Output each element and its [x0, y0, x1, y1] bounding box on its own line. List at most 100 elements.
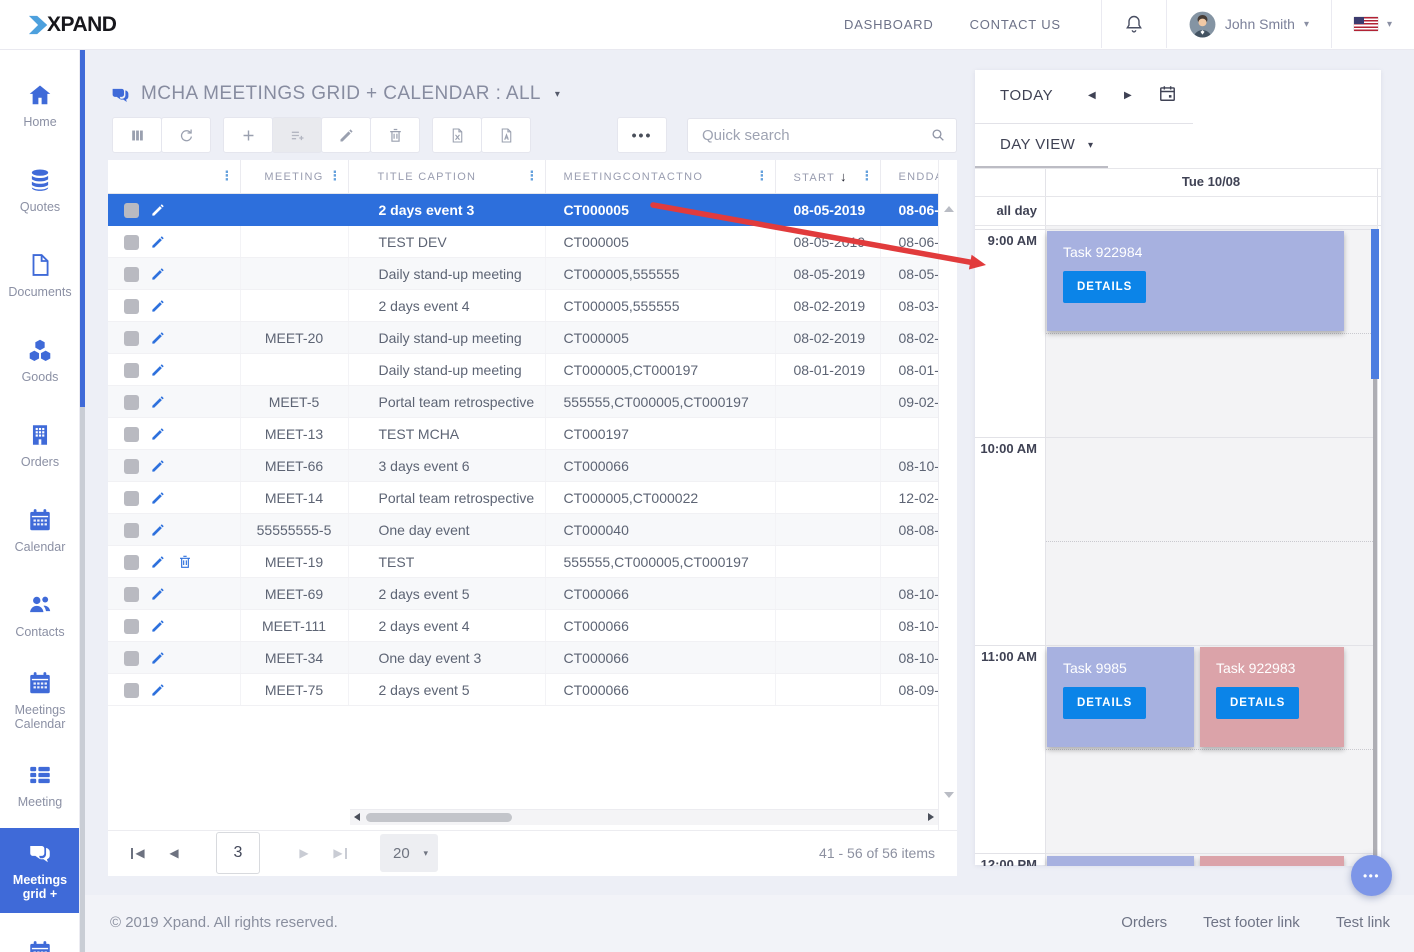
- table-row[interactable]: MEET-75 2 days event 5 CT000066 08-09-: [108, 674, 938, 706]
- user-menu[interactable]: John Smith ▾: [1167, 11, 1331, 38]
- sidebar-item-quotes[interactable]: Quotes: [0, 148, 80, 233]
- table-row[interactable]: MEET-69 2 days event 5 CT000066 08-10-: [108, 578, 938, 610]
- calendar-scrollbar-track[interactable]: [1373, 379, 1377, 861]
- columns-button[interactable]: [112, 117, 162, 153]
- row-checkbox[interactable]: [124, 235, 139, 250]
- last-page-button[interactable]: ▶: [322, 835, 358, 871]
- column-header-meeting[interactable]: MEETING⋮: [240, 160, 348, 194]
- table-row[interactable]: MEET-111 2 days event 4 CT000066 08-10-: [108, 610, 938, 642]
- edit-pencil-icon[interactable]: [150, 330, 166, 346]
- column-header-start[interactable]: START↓⋮: [775, 160, 880, 194]
- search-icon[interactable]: [930, 127, 946, 143]
- row-checkbox[interactable]: [124, 619, 139, 634]
- footer-link-orders[interactable]: Orders: [1121, 914, 1167, 931]
- event-details-button[interactable]: DETAILS: [1063, 687, 1146, 719]
- sidebar-item-meetings-calendar[interactable]: Meetings Calendar: [0, 658, 80, 743]
- pencil-button[interactable]: [321, 117, 371, 153]
- calendar-event[interactable]: Task 922984 DETAILS: [1047, 231, 1344, 331]
- row-checkbox[interactable]: [124, 299, 139, 314]
- edit-pencil-icon[interactable]: [150, 618, 166, 634]
- edit-pencil-icon[interactable]: [150, 426, 166, 442]
- language-selector[interactable]: ▾: [1332, 17, 1414, 31]
- sidebar-scrollbar[interactable]: [80, 49, 85, 952]
- row-checkbox[interactable]: [124, 203, 139, 218]
- sidebar-item-home[interactable]: Home: [0, 63, 80, 148]
- floating-more-button[interactable]: •••: [1351, 855, 1392, 896]
- event-details-button[interactable]: DETAILS: [1216, 687, 1299, 719]
- table-row[interactable]: MEET-19 TEST 555555,CT000005,CT000197: [108, 546, 938, 578]
- edit-pencil-icon[interactable]: [150, 586, 166, 602]
- row-checkbox[interactable]: [124, 587, 139, 602]
- column-menu-icon[interactable]: ⋮: [525, 169, 539, 182]
- edit-pencil-icon[interactable]: [150, 490, 166, 506]
- calendar-scrollbar-thumb[interactable]: [1371, 229, 1379, 379]
- sidebar-item-meeting[interactable]: Meeting: [0, 743, 80, 828]
- edit-pencil-icon[interactable]: [150, 362, 166, 378]
- title-dropdown-icon[interactable]: ▾: [555, 89, 560, 100]
- plus-button[interactable]: [223, 117, 273, 153]
- sidebar-item-calendar[interactable]: Calendar: [0, 488, 80, 573]
- more-options-button[interactable]: •••: [617, 117, 667, 153]
- column-menu-icon[interactable]: ⋮: [220, 169, 234, 182]
- row-checkbox[interactable]: [124, 523, 139, 538]
- column-menu-icon[interactable]: ⋮: [860, 169, 874, 182]
- first-page-button[interactable]: ◀: [120, 835, 156, 871]
- table-row[interactable]: MEET-13 TEST MCHA CT000197: [108, 418, 938, 450]
- scroll-left-icon[interactable]: [354, 813, 360, 821]
- page-size-select[interactable]: 20 ▾: [380, 834, 438, 872]
- edit-pencil-icon[interactable]: [150, 234, 166, 250]
- row-checkbox[interactable]: [124, 491, 139, 506]
- edit-pencil-icon[interactable]: [150, 202, 166, 218]
- scrollbar-thumb[interactable]: [366, 813, 512, 822]
- search-input[interactable]: [687, 118, 957, 153]
- edit-pencil-icon[interactable]: [150, 266, 166, 282]
- table-row[interactable]: Daily stand-up meeting CT000005,CT000197…: [108, 354, 938, 386]
- row-checkbox[interactable]: [124, 363, 139, 378]
- pdf-button[interactable]: [481, 117, 531, 153]
- nav-contact-us[interactable]: CONTACT US: [970, 17, 1061, 32]
- table-row[interactable]: MEET-66 3 days event 6 CT000066 08-10-: [108, 450, 938, 482]
- app-logo[interactable]: XPAND: [28, 13, 116, 37]
- today-button[interactable]: TODAY: [1000, 87, 1053, 104]
- edit-pencil-icon[interactable]: [150, 682, 166, 698]
- event-details-button[interactable]: DETAILS: [1063, 271, 1146, 303]
- edit-pencil-icon[interactable]: [150, 394, 166, 410]
- table-row[interactable]: MEET-5 Portal team retrospective 555555,…: [108, 386, 938, 418]
- calendar-event[interactable]: Task 9985 DETAILS: [1047, 647, 1194, 747]
- edit-pencil-icon[interactable]: [150, 458, 166, 474]
- sidebar-scrollbar-thumb[interactable]: [80, 49, 85, 407]
- sidebar-item-more[interactable]: [0, 913, 80, 952]
- calendar-prev-icon[interactable]: ◀: [1088, 90, 1096, 101]
- sidebar-item-orders[interactable]: Orders: [0, 403, 80, 488]
- refresh-button[interactable]: [161, 117, 211, 153]
- table-row[interactable]: MEET-20 Daily stand-up meeting CT000005 …: [108, 322, 938, 354]
- edit-pencil-icon[interactable]: [150, 650, 166, 666]
- previous-page-button[interactable]: ◀: [156, 835, 192, 871]
- edit-pencil-icon[interactable]: [150, 298, 166, 314]
- calendar-event[interactable]: [1047, 856, 1194, 866]
- column-header-enddate[interactable]: ENDDA: [880, 160, 938, 194]
- trash-button[interactable]: [370, 117, 420, 153]
- row-checkbox[interactable]: [124, 651, 139, 666]
- row-checkbox[interactable]: [124, 555, 139, 570]
- current-page-box[interactable]: 3: [216, 832, 260, 874]
- sidebar-item-contacts[interactable]: Contacts: [0, 573, 80, 658]
- column-header-actions[interactable]: ⋮: [108, 160, 240, 194]
- sidebar-item-documents[interactable]: Documents: [0, 233, 80, 318]
- row-checkbox[interactable]: [124, 267, 139, 282]
- all-day-row[interactable]: all day: [975, 197, 1381, 226]
- table-row[interactable]: 2 days event 3 CT000005 08-05-2019 08-06…: [108, 194, 938, 226]
- calendar-event[interactable]: [1200, 856, 1344, 866]
- excel-button[interactable]: [432, 117, 482, 153]
- row-checkbox[interactable]: [124, 395, 139, 410]
- table-row[interactable]: MEET-34 One day event 3 CT000066 08-10-: [108, 642, 938, 674]
- table-row[interactable]: 2 days event 4 CT000005,555555 08-02-201…: [108, 290, 938, 322]
- table-row[interactable]: Daily stand-up meeting CT000005,555555 0…: [108, 258, 938, 290]
- day-view-dropdown[interactable]: DAY VIEW: [1000, 136, 1075, 153]
- delete-icon[interactable]: [177, 554, 193, 570]
- table-row[interactable]: MEET-14 Portal team retrospective CT0000…: [108, 482, 938, 514]
- calendar-picker-icon[interactable]: [1158, 84, 1177, 103]
- sidebar-item-goods[interactable]: Goods: [0, 318, 80, 403]
- calendar-event[interactable]: Task 922983 DETAILS: [1200, 647, 1344, 747]
- chevron-down-icon[interactable]: ▾: [1088, 140, 1093, 151]
